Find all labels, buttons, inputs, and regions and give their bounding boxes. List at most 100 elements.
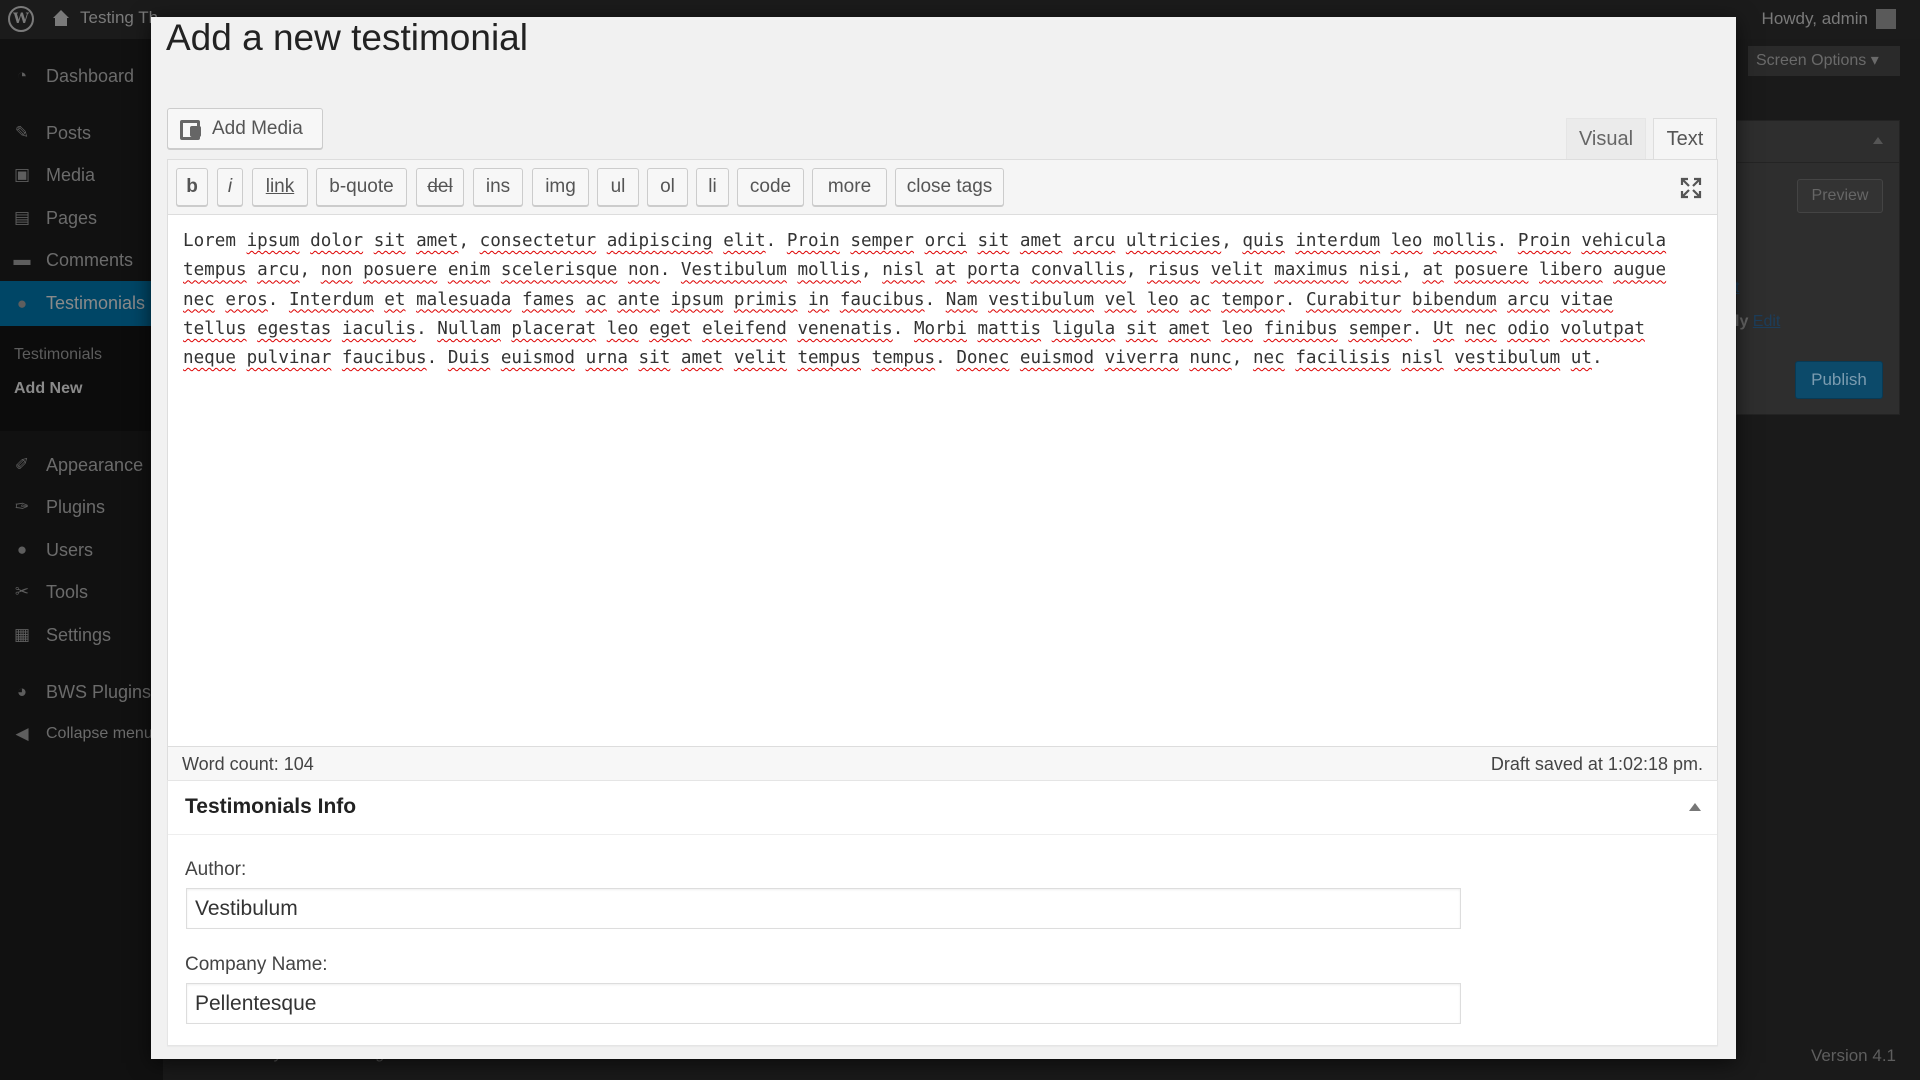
sidebar-item-label: BWS Plugins [46,681,152,702]
editor-status-bar: Word count: 104 Draft saved at 1:02:18 p… [167,747,1718,783]
close-tags-button[interactable]: close tags [895,168,1004,206]
editor-line: nec eros. Interdum et malesuada fames ac… [183,289,1614,310]
sidebar-item-settings[interactable]: ▦ Settings [0,616,163,654]
ol-button[interactable]: ol [647,168,688,206]
bws-icon: ◕ [16,682,28,701]
sidebar-item-label: Appearance [46,454,144,475]
editor-line: tellus egestas iaculis. Nullam placerat … [183,318,1645,339]
info-box-header[interactable]: Testimonials Info [168,781,1717,835]
brush-icon: ✐ [14,455,30,474]
editor-textarea[interactable]: Lorem ipsum dolor sit amet, consectetur … [183,227,1704,373]
code-button[interactable]: code [737,168,804,206]
sidebar-item-label: Tools [46,581,89,602]
collapse-menu-button[interactable]: ◀ Collapse menu [0,715,163,753]
sidebar-item-users[interactable]: ● Users [0,531,163,569]
publish-button[interactable]: Publish [1795,361,1883,399]
quicktags-toolbar: b i link b-quote del ins img ul ol li co… [168,160,1717,215]
text-editor: b i link b-quote del ins img ul ol li co… [167,159,1718,747]
bold-button[interactable]: b [176,168,208,206]
sidebar-item-label: Plugins [46,496,106,517]
submenu-item-testimonials[interactable]: Testimonials [14,346,102,364]
del-button[interactable]: del [416,168,464,206]
avatar [1876,9,1896,29]
sidebar-item-plugins[interactable]: ✑ Plugins [0,488,163,526]
add-media-button[interactable]: Add Media [167,108,323,149]
collapse-arrow-icon[interactable] [1689,803,1701,811]
pin-icon: ✎ [14,123,30,142]
page-icon: ▤ [13,208,31,227]
publish-box-header [1737,121,1899,163]
user-icon: ● [16,540,28,559]
testimonials-submenu: Testimonials Add New [0,326,163,431]
sidebar-item-label: Users [46,539,94,560]
sidebar-item-label: Testimonials [46,293,146,313]
footer-version: Version 4.1 [1810,1046,1896,1065]
sidebar-item-tools[interactable]: ✂ Tools [0,573,163,611]
word-count: Word count: 104 [182,754,314,774]
sidebar-item-label: Media [46,164,96,185]
info-box-title: Testimonials Info [185,795,357,818]
plug-icon: ✑ [14,497,30,516]
settings-icon: ▦ [13,625,31,644]
ul-button[interactable]: ul [597,168,639,206]
sidebar-item-label: Comments [46,249,134,270]
testimonial-modal: Add a new testimonial Add Media Visual T… [151,17,1736,1059]
add-media-icon [180,118,204,140]
author-input[interactable] [186,888,1461,929]
sidebar-item-pages[interactable]: ▤ Pages [0,199,163,237]
sidebar-item-posts[interactable]: ✎ Posts [0,114,163,152]
screen-options-label: Screen Options [1756,52,1867,69]
submenu-item-add-new[interactable]: Add New [14,380,82,398]
sidebar-item-label: Settings [46,624,112,645]
company-name-label: Company Name: [185,954,328,975]
page-title: Add a new testimonial [166,17,528,58]
collapse-arrow-icon[interactable] [1873,137,1883,144]
editor-line: tempus arcu, non posuere enim scelerisqu… [183,260,1667,281]
sidebar-item-testimonials[interactable]: ● Testimonials [0,281,163,326]
sidebar-item-bws-plugins[interactable]: ◕ BWS Plugins [0,673,163,711]
tab-text[interactable]: Text [1653,118,1717,159]
testimonial-icon: ● [16,293,28,313]
sidebar-item-dashboard[interactable]: ◔ Dashboard [0,57,163,95]
visibility-label: ly [1735,313,1749,330]
company-name-input[interactable] [186,983,1461,1024]
testimonials-info-box: Testimonials Info Author: Company Name: [167,780,1718,1046]
sidebar-item-comments[interactable]: ▬ Comments [0,241,163,279]
site-name-link[interactable]: Testing Th [52,8,158,28]
dashboard-icon: ◔ [16,66,28,85]
howdy-text: Howdy, admin [1761,9,1868,28]
add-media-label: Add Media [212,117,303,139]
editor-line: neque pulvinar faucibus. Duis euismod ur… [183,348,1603,369]
collapse-icon: ◀ [15,724,29,743]
link-button[interactable]: link [252,168,308,206]
comment-icon: ▬ [13,250,31,269]
li-button[interactable]: li [696,168,729,206]
media-icon: ▣ [13,165,31,184]
site-name-text: Testing Th [80,8,159,27]
home-icon [52,10,70,26]
edit-visibility-link[interactable]: Edit [1753,313,1781,330]
fullscreen-icon[interactable] [1679,176,1703,200]
img-button[interactable]: img [532,168,589,206]
publish-box: Preview t ly Edit Publish [1735,120,1900,415]
author-label: Author: [185,859,247,880]
editor-line: Lorem ipsum dolor sit amet, consectetur … [183,231,1667,251]
italic-button[interactable]: i [217,168,243,206]
sidebar-item-label: Collapse menu [46,725,153,742]
tab-visual[interactable]: Visual [1566,118,1646,159]
visibility-row: ly Edit [1735,313,1780,331]
ins-button[interactable]: ins [473,168,523,206]
blockquote-button[interactable]: b-quote [316,168,407,206]
preview-button[interactable]: Preview [1797,179,1883,213]
wordpress-logo-icon[interactable]: W [8,6,34,32]
wrench-icon: ✂ [14,582,30,601]
more-button[interactable]: more [812,168,887,206]
admin-sidebar: ◔ Dashboard ✎ Posts ▣ Media ▤ Pages ▬ Comment… [0,39,163,1080]
sidebar-item-appearance[interactable]: ✐ Appearance [0,446,163,484]
screen-options-button[interactable]: Screen Options ▾ [1748,46,1900,76]
sidebar-item-media[interactable]: ▣ Media [0,156,163,194]
account-menu[interactable]: Howdy, admin [1762,9,1896,29]
sidebar-item-label: Pages [46,207,98,228]
sidebar-item-label: Posts [46,122,92,143]
sidebar-item-label: Dashboard [46,65,135,86]
